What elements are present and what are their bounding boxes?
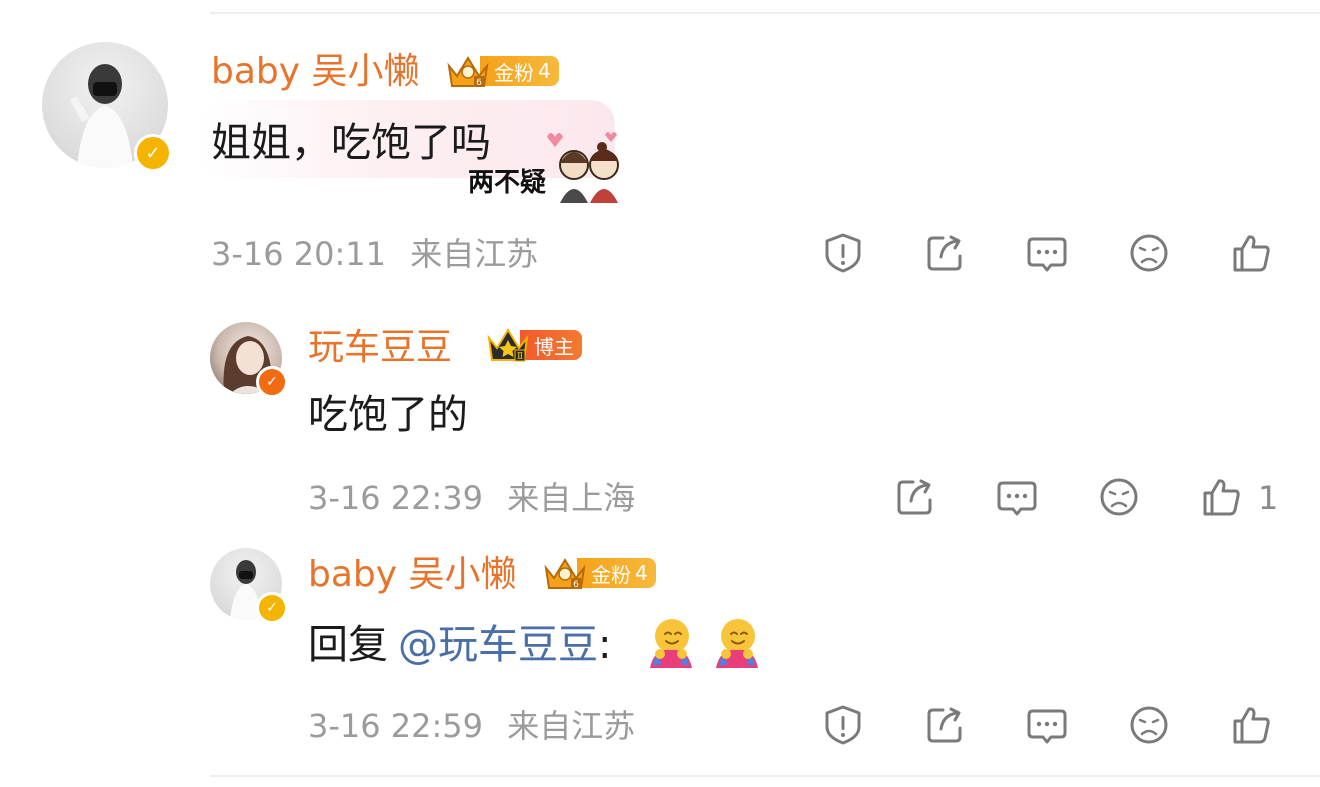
like-icon[interactable] [1229, 231, 1273, 275]
svg-text:6: 6 [476, 78, 482, 88]
comment-icon[interactable] [995, 475, 1039, 519]
comment-icon[interactable] [1025, 703, 1069, 747]
fan-badge[interactable]: 6 金粉 4 [543, 556, 656, 590]
username[interactable]: baby 吴小懒 [308, 553, 517, 597]
share-icon[interactable] [893, 475, 937, 519]
fan-badge-text: 金粉 [591, 562, 631, 587]
fan-badge-text: 金粉 [494, 60, 534, 85]
svg-text:6: 6 [573, 580, 579, 590]
bottom-divider [210, 775, 1320, 777]
comment-text: 姐姐，吃饱了吗 [211, 120, 491, 166]
report-icon[interactable] [821, 703, 865, 747]
fan-badge-label: 金粉 4 [480, 56, 559, 86]
mention-link[interactable]: @玩车豆豆 [398, 622, 598, 668]
location: 来自江苏 [410, 235, 539, 273]
timestamp: 3-16 22:39 [308, 479, 484, 517]
dislike-icon[interactable] [1127, 231, 1171, 275]
crown-icon: 6 [544, 558, 586, 590]
fan-level: 4 [635, 561, 648, 585]
svg-text:Ⅱ: Ⅱ [517, 352, 523, 362]
username[interactable]: baby 吴小懒 [211, 50, 420, 94]
reply-prefix: 回复 [308, 622, 388, 668]
host-badge[interactable]: Ⅱ 博主 [486, 328, 582, 362]
comment-meta: 3-16 20:11 来自江苏 [211, 234, 538, 274]
fan-level: 4 [538, 59, 551, 83]
report-icon[interactable] [821, 231, 865, 275]
comment-text: 回复 @玩车豆豆: [308, 620, 611, 670]
like-count: 1 [1258, 479, 1279, 517]
comment-text: 吃饱了的 [308, 392, 468, 438]
dislike-icon[interactable] [1127, 703, 1171, 747]
timestamp: 3-16 20:11 [211, 235, 387, 273]
comment-meta: 3-16 22:39 来自上海 [308, 478, 635, 518]
couple-sticker: 两不疑 [468, 132, 619, 203]
share-icon[interactable] [923, 231, 967, 275]
location: 来自江苏 [507, 707, 636, 745]
verified-badge: ✓ [256, 592, 288, 624]
crown-icon: 6 [447, 56, 489, 88]
hug-emoji [650, 619, 692, 668]
comment-meta: 3-16 22:59 来自江苏 [308, 706, 635, 746]
avatar[interactable]: ✓ [210, 548, 288, 624]
verified-badge: ✓ [134, 134, 172, 172]
sticker-caption: 两不疑 [468, 168, 546, 198]
like-icon[interactable] [1199, 475, 1243, 519]
fan-badge[interactable]: 6 金粉 4 [446, 54, 559, 88]
like-icon[interactable] [1229, 703, 1273, 747]
comment-icon[interactable] [1025, 231, 1069, 275]
reply-colon: : [598, 622, 612, 668]
timestamp: 3-16 22:59 [308, 707, 484, 745]
hug-emoji [716, 619, 758, 668]
fan-badge-label: 金粉 4 [577, 558, 656, 588]
avatar[interactable]: ✓ [42, 42, 172, 172]
verified-badge: ✓ [256, 366, 288, 398]
crown-icon: Ⅱ [487, 328, 529, 362]
share-icon[interactable] [923, 703, 967, 747]
username[interactable]: 玩车豆豆 [308, 326, 452, 370]
avatar[interactable]: ✓ [210, 322, 288, 398]
location: 来自上海 [507, 479, 636, 517]
dislike-icon[interactable] [1097, 475, 1141, 519]
top-divider [210, 12, 1320, 14]
